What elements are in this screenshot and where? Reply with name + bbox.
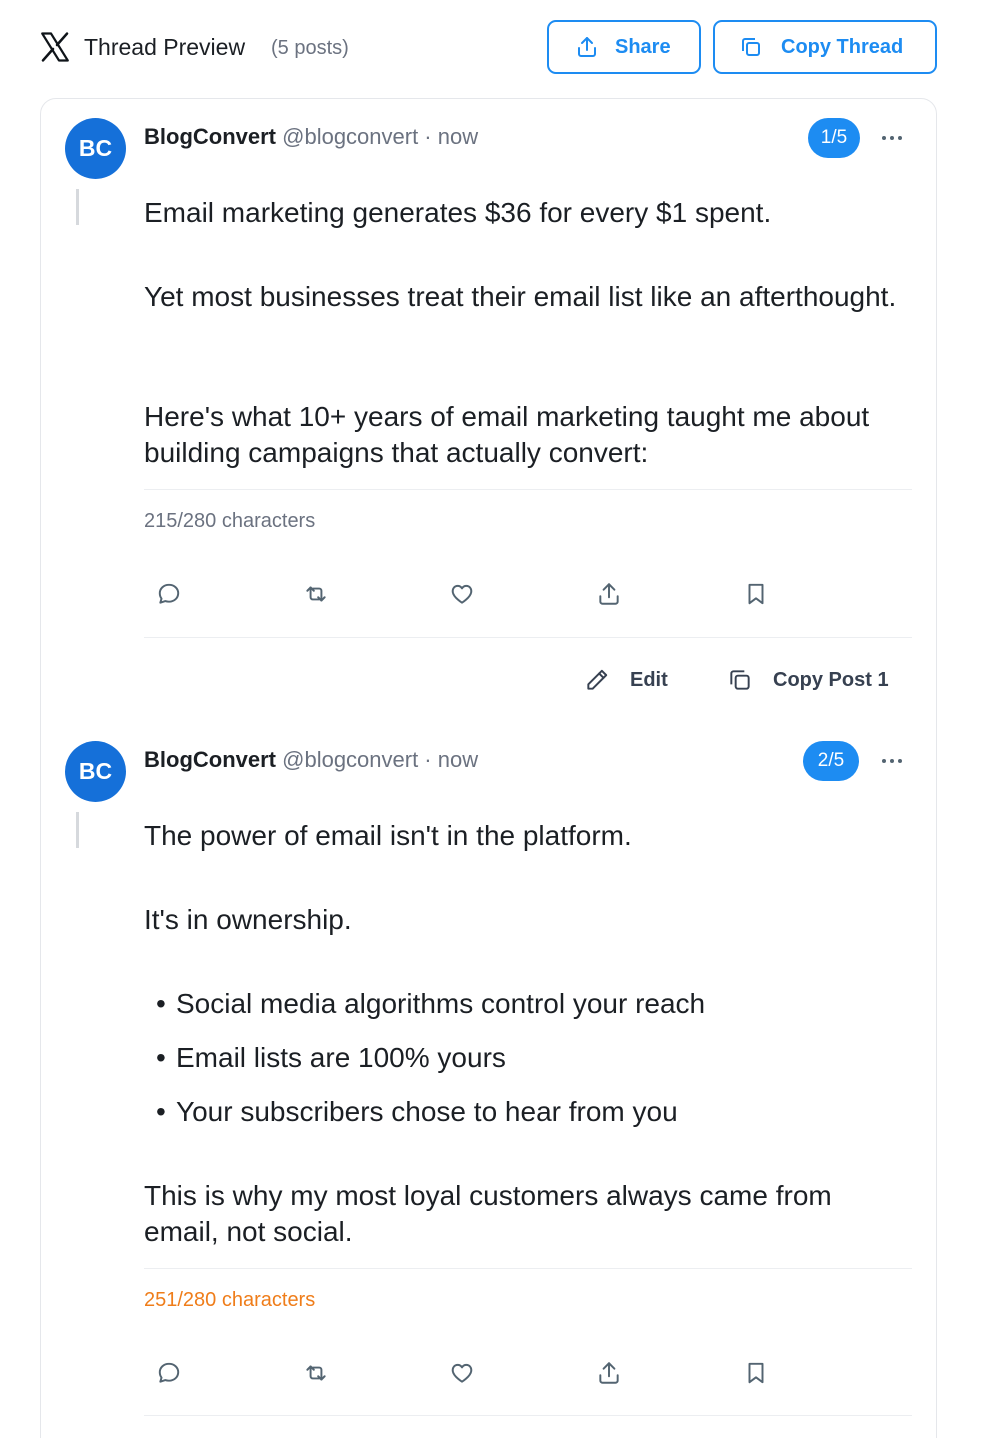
more-horizontal-icon [882,759,902,763]
bullet-text: Your subscribers chose to hear from you [176,1096,678,1127]
copy-thread-label: Copy Thread [781,35,904,58]
post-count: (5 posts) [271,37,349,59]
divider [144,637,912,638]
character-count: 251/280 characters [144,1289,316,1311]
more-options-button[interactable] [877,125,907,151]
avatar[interactable]: BC [65,741,126,802]
more-horizontal-icon [882,136,902,140]
bookmark-icon [748,583,764,605]
author-name[interactable]: BlogConvert [144,747,276,772]
copy-thread-button[interactable]: Copy Thread [713,20,937,74]
heart-icon [451,1363,473,1383]
repost-button[interactable] [296,574,336,614]
copy-icon [742,38,760,56]
repost-button[interactable] [296,1353,336,1393]
bookmark-button[interactable] [736,1353,776,1393]
reply-button[interactable] [149,574,189,614]
divider [144,1268,912,1269]
edit-button[interactable]: Edit [584,660,668,700]
upload-button[interactable] [589,1353,629,1393]
post-paragraph: The power of email isn't in the platform… [144,820,632,851]
post-paragraph: Here's what 10+ years of email marketing… [144,401,870,468]
bookmark-icon [748,1362,764,1384]
author-handle: @blogconvert · now [282,124,479,149]
repost-icon [306,1365,326,1381]
post-meta: BlogConvert @blogconvert · now [144,123,478,151]
thread-connector [76,189,79,225]
thread-connector [76,812,79,848]
share-icon [578,37,596,57]
author-name[interactable]: BlogConvert [144,124,276,149]
bullet-text: Social media algorithms control your rea… [176,988,706,1019]
copy-post-button[interactable]: Copy Post 1 [727,660,889,700]
edit-label: Edit [630,668,668,691]
avatar[interactable]: BC [65,118,126,179]
post-paragraph: This is why my most loyal customers alwa… [144,1180,832,1247]
bookmark-button[interactable] [736,574,776,614]
reply-button[interactable] [149,1353,189,1393]
header: Thread Preview (5 posts) Share Copy Thre… [0,0,1000,96]
share-icon [599,583,619,605]
reply-icon [158,1362,180,1383]
heart-icon [451,584,473,604]
copy-icon [730,670,750,690]
thread-card: BC BlogConvert @blogconvert · now 1/5 Em… [40,98,937,1438]
list-item: • Your subscribers chose to hear from you [156,1096,678,1127]
share-button-label: Share [615,35,671,58]
page-title: Thread Preview [84,34,246,60]
share-button[interactable]: Share [547,20,701,74]
post-position-badge: 2/5 [803,741,859,781]
post-paragraph: Email marketing generates $36 for every … [144,197,772,228]
share-icon [599,1362,619,1384]
more-options-button[interactable] [877,748,907,774]
character-count: 215/280 characters [144,510,316,532]
author-handle: @blogconvert · now [282,747,479,772]
list-item: • Social media algorithms control your re… [156,988,706,1019]
post-paragraph: It's in ownership. [144,904,352,935]
post-position-badge: 1/5 [808,118,860,158]
post-tools: Edit Copy Post 1 [581,660,921,700]
upload-button[interactable] [589,574,629,614]
divider [144,1415,912,1416]
like-button[interactable] [442,574,482,614]
pencil-icon [587,669,608,690]
copy-post-label: Copy Post 1 [773,668,889,691]
reply-icon [158,583,180,604]
engagement-bar [144,574,912,614]
post-paragraph: Yet most businesses treat their email li… [144,281,897,312]
post-meta: BlogConvert @blogconvert · now [144,746,478,774]
divider [144,489,912,490]
bullet-text: Email lists are 100% yours [176,1042,506,1073]
x-logo-icon [41,32,69,62]
list-item: • Email lists are 100% yours [156,1042,506,1073]
like-button[interactable] [442,1353,482,1393]
repost-icon [306,586,326,602]
engagement-bar [144,1353,912,1393]
